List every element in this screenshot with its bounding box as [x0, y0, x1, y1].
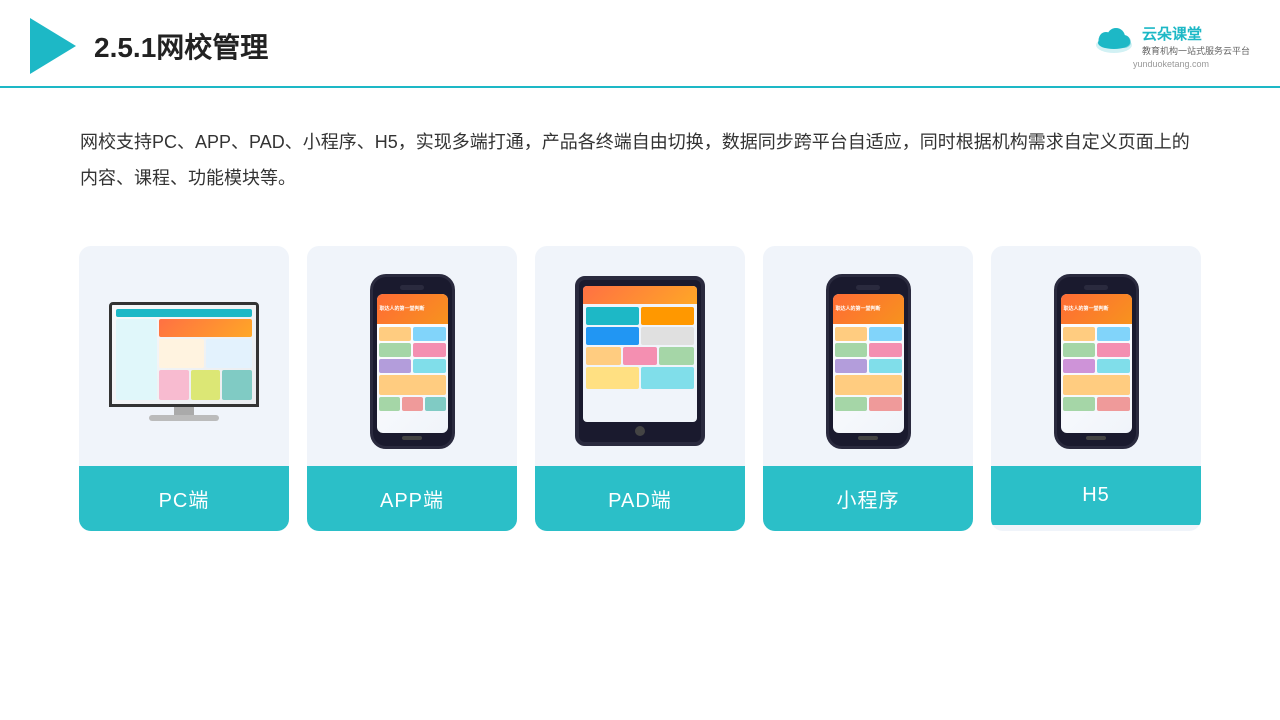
phone-home-button-h5 — [1086, 436, 1106, 440]
brand-name: 云朵课堂 — [1142, 23, 1202, 44]
brand-slogan: 教育机构一站式服务云平台 — [1142, 44, 1250, 57]
card-pad: PAD端 — [535, 246, 745, 531]
card-h5-label: H5 — [991, 466, 1201, 525]
phone-screen-h5: 职达人的第一堂判断 — [1061, 294, 1132, 433]
phone-screen-app: 职达人的第一堂判断 — [377, 294, 448, 433]
tablet-home-button — [635, 426, 645, 436]
phone-screen-mini: 职达人的第一堂判断 — [833, 294, 904, 433]
card-pad-image — [535, 246, 745, 466]
card-h5-image: 职达人的第一堂判断 — [991, 246, 1201, 466]
card-miniprogram: 职达人的第一堂判断 — [763, 246, 973, 531]
page-title: 2.5.1网校管理 — [94, 26, 268, 66]
brand-text-block: 云朵课堂 教育机构一站式服务云平台 — [1142, 23, 1250, 57]
card-pc-label: PC端 — [79, 466, 289, 531]
card-pc-image — [79, 246, 289, 466]
phone-home-button — [402, 436, 422, 440]
phone-notch — [400, 285, 424, 290]
pc-mockup — [109, 302, 259, 421]
header-left: 2.5.1网校管理 — [30, 18, 268, 74]
phone-home-button-mini — [858, 436, 878, 440]
tablet-mockup — [575, 276, 705, 446]
logo-triangle-icon — [30, 18, 76, 74]
phone-mockup-mini: 职达人的第一堂判断 — [826, 274, 911, 449]
brand-url: yunduoketang.com — [1133, 59, 1209, 69]
card-h5: 职达人的第一堂判断 — [991, 246, 1201, 531]
pc-screen — [109, 302, 259, 407]
card-miniprogram-image: 职达人的第一堂判断 — [763, 246, 973, 466]
description-text: 网校支持PC、APP、PAD、小程序、H5，实现多端打通，产品各终端自由切换，数… — [0, 88, 1280, 216]
header-right: 云朵课堂 教育机构一站式服务云平台 yunduoketang.com — [1092, 23, 1250, 69]
phone-mockup-h5: 职达人的第一堂判断 — [1054, 274, 1139, 449]
header: 2.5.1网校管理 云朵课堂 教育机构一站式服务云平台 yunduoketang… — [0, 0, 1280, 88]
cards-container: PC端 职达人的第一堂判断 — [0, 226, 1280, 561]
card-pad-label: PAD端 — [535, 466, 745, 531]
cloud-icon — [1092, 25, 1136, 55]
card-miniprogram-label: 小程序 — [763, 466, 973, 531]
card-app-label: APP端 — [307, 466, 517, 531]
phone-notch-h5 — [1084, 285, 1108, 290]
phone-notch-mini — [856, 285, 880, 290]
card-pc: PC端 — [79, 246, 289, 531]
card-app: 职达人的第一堂判断 — [307, 246, 517, 531]
brand-logo: 云朵课堂 教育机构一站式服务云平台 — [1092, 23, 1250, 57]
tablet-screen — [583, 286, 697, 422]
card-app-image: 职达人的第一堂判断 — [307, 246, 517, 466]
phone-mockup-app: 职达人的第一堂判断 — [370, 274, 455, 449]
